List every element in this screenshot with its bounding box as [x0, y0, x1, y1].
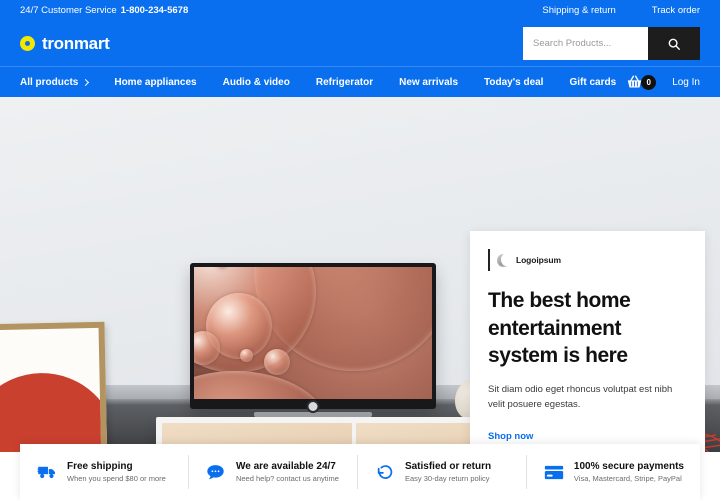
return-arrow-icon	[374, 463, 396, 481]
logoipsum-circle-icon	[497, 252, 512, 267]
feature-subtitle: Visa, Mastercard, Stripe, PayPal	[573, 474, 682, 483]
customer-service-info: 24/7 Customer Service 1-800-234-5678	[20, 5, 188, 16]
nav-item-audio-video[interactable]: Audio & video	[223, 77, 290, 88]
hero-promo-card: Logoipsum The best home entertainment sy…	[470, 231, 705, 452]
feature-satisfied-or-return: Satisfied or return Easy 30-day return p…	[358, 455, 527, 489]
nav-actions: 0 Log In	[625, 74, 700, 91]
chevron-right-icon	[82, 78, 90, 86]
search-button[interactable]	[648, 27, 700, 60]
shop-now-link[interactable]: Shop now	[488, 431, 533, 442]
top-utility-links: Shipping & return Track order	[542, 5, 700, 16]
feature-subtitle: When you spend $80 or more	[67, 474, 166, 483]
cart-button[interactable]: 0	[625, 74, 657, 91]
feature-bar: Free shipping When you spend $80 or more…	[20, 444, 700, 500]
feature-title: We are available 24/7	[235, 461, 336, 472]
nav-item-refrigerator[interactable]: Refrigerator	[316, 77, 373, 88]
screen-bubble	[264, 349, 290, 375]
hero-section: Logoipsum The best home entertainment sy…	[0, 97, 720, 452]
nav-item-gift-cards[interactable]: Gift cards	[569, 77, 616, 88]
credit-card-icon	[543, 465, 565, 480]
feature-subtitle: Need help? contact us anytime	[235, 474, 339, 483]
nav-item-label: Today's deal	[484, 76, 544, 88]
television-screen	[194, 267, 432, 399]
page-root: 24/7 Customer Service 1-800-234-5678 Shi…	[0, 0, 720, 500]
shipping-return-link[interactable]: Shipping & return	[542, 5, 615, 16]
nav-item-label: Home appliances	[114, 76, 197, 88]
chat-bubble-icon	[205, 464, 227, 481]
search-input[interactable]	[523, 27, 648, 60]
search-bar	[523, 27, 700, 60]
main-navigation: All products Home appliances Audio & vid…	[0, 66, 720, 97]
top-utility-bar: 24/7 Customer Service 1-800-234-5678 Shi…	[0, 0, 720, 21]
television	[190, 263, 436, 417]
feature-subtitle: Easy 30-day return policy	[404, 474, 490, 483]
nav-item-home-appliances[interactable]: Home appliances	[114, 77, 196, 88]
feature-secure-payments: 100% secure payments Visa, Mastercard, S…	[527, 455, 700, 489]
nav-item-label: All products	[20, 76, 79, 88]
site-header: tronmart	[0, 21, 720, 66]
feature-title: Free shipping	[67, 461, 133, 472]
feature-title: Satisfied or return	[404, 461, 492, 472]
feature-free-shipping: Free shipping When you spend $80 or more	[20, 455, 189, 489]
nav-item-todays-deal[interactable]: Today's deal	[484, 77, 543, 88]
tronmart-logo-icon	[20, 36, 35, 51]
track-order-link[interactable]: Track order	[652, 5, 700, 16]
hero-description: Sit diam odio eget rhoncus volutpat est …	[488, 384, 673, 410]
feature-available-247: We are available 24/7 Need help? contact…	[189, 455, 358, 489]
hero-brand-name: Logoipsum	[516, 255, 561, 265]
feature-title: 100% secure payments	[573, 461, 684, 472]
nav-item-new-arrivals[interactable]: New arrivals	[399, 77, 458, 88]
login-link[interactable]: Log In	[672, 77, 700, 88]
site-logo[interactable]: tronmart	[20, 34, 110, 54]
site-logo-text: tronmart	[42, 33, 110, 53]
nav-item-label: Gift cards	[569, 76, 617, 88]
nav-item-label: Refrigerator	[315, 76, 374, 88]
artwork-red-shape	[0, 371, 108, 452]
nav-item-list: All products Home appliances Audio & vid…	[20, 77, 616, 88]
hero-title: The best home entertainment system is he…	[488, 289, 631, 368]
delivery-truck-icon	[36, 464, 58, 480]
television-center-knob	[306, 400, 320, 413]
nav-item-label: Audio & video	[222, 76, 290, 88]
customer-service-phone[interactable]: 1-800-234-5678	[121, 5, 189, 16]
nav-item-all-products[interactable]: All products	[20, 76, 90, 88]
screen-bubble	[194, 371, 330, 399]
screen-bubble	[240, 349, 253, 362]
magnifier-icon	[668, 38, 680, 50]
customer-service-label: 24/7 Customer Service	[20, 5, 117, 16]
framed-artwork	[0, 321, 108, 452]
cart-count-badge: 0	[641, 74, 657, 90]
hero-brand: Logoipsum	[488, 249, 561, 271]
nav-item-label: New arrivals	[399, 76, 459, 88]
